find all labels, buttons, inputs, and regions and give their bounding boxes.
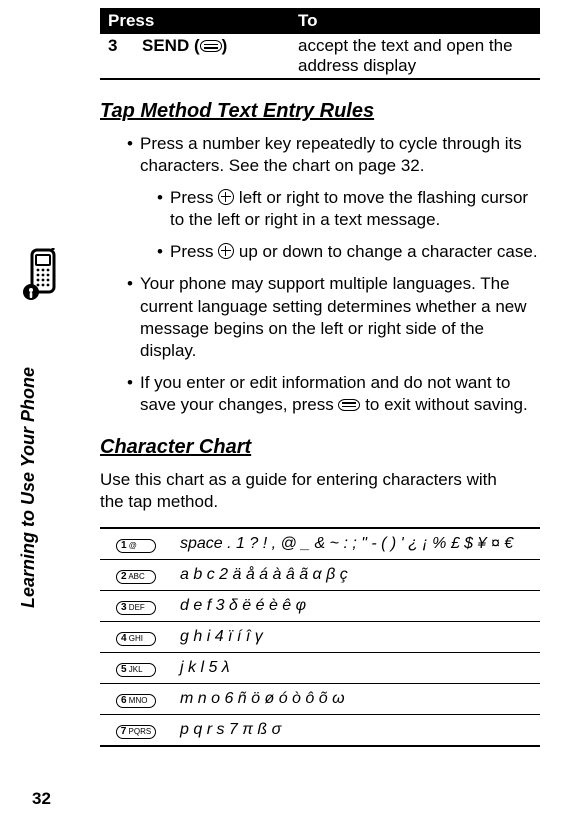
step-index: 3 xyxy=(100,34,134,79)
list-item: • Press a number key repeatedly to cycle… xyxy=(120,133,540,177)
keypad-key-icon: 6 MNO xyxy=(116,694,156,708)
key-characters: d e f 3 δ ë é è ê φ xyxy=(172,591,540,622)
table-row: 7 PQRS p q r s 7 π ß σ xyxy=(100,715,540,747)
page-number: 32 xyxy=(32,789,51,809)
key-characters: g h i 4 ï í î γ xyxy=(172,622,540,653)
key-characters: p q r s 7 π ß σ xyxy=(172,715,540,747)
menu-icon xyxy=(200,40,222,52)
phone-info-icon xyxy=(20,248,65,308)
key-characters: a b c 2 ä å á à â ã α β ç xyxy=(172,560,540,591)
list-item: • Press left or right to move the flashi… xyxy=(150,187,540,231)
chart-intro: Use this chart as a guide for entering c… xyxy=(100,469,520,513)
key-characters: m n o 6 ñ ö ø ó ò ô õ ω xyxy=(172,684,540,715)
list-item: • Press up or down to change a character… xyxy=(150,241,540,263)
keypad-key-icon: 4 GHI xyxy=(116,632,156,646)
press-to-table: Press To 3 SEND () accept the text and o… xyxy=(100,8,540,80)
table-row: 2 ABC a b c 2 ä å á à â ã α β ç xyxy=(100,560,540,591)
table-row: 1 @ space . 1 ? ! , @ _ & ~ : ; " - ( ) '… xyxy=(100,528,540,560)
key-button-cell: 4 GHI xyxy=(100,622,172,653)
key-button-cell: 1 @ xyxy=(100,528,172,560)
keypad-key-icon: 3 DEF xyxy=(116,601,156,615)
press-to-header-press: Press xyxy=(100,8,290,34)
key-button-cell: 3 DEF xyxy=(100,591,172,622)
key-button-cell: 5 JKL xyxy=(100,653,172,684)
sidebar-section-label: Learning to Use Your Phone xyxy=(18,367,39,608)
character-chart-table: 1 @ space . 1 ? ! , @ _ & ~ : ; " - ( ) '… xyxy=(100,527,540,747)
key-button-cell: 2 ABC xyxy=(100,560,172,591)
list-item: • If you enter or edit information and d… xyxy=(120,372,540,416)
table-row: 6 MNO m n o 6 ñ ö ø ó ò ô õ ω xyxy=(100,684,540,715)
heading-character-chart: Character Chart xyxy=(100,436,540,459)
nav-icon xyxy=(218,189,234,205)
key-button-cell: 6 MNO xyxy=(100,684,172,715)
table-row: 4 GHI g h i 4 ï í î γ xyxy=(100,622,540,653)
heading-tap-method: Tap Method Text Entry Rules xyxy=(100,100,540,123)
keypad-key-icon: 7 PQRS xyxy=(116,725,156,739)
table-row: 3 SEND () accept the text and open the a… xyxy=(100,34,540,79)
menu-icon xyxy=(338,399,360,411)
step-command: SEND () xyxy=(134,34,290,79)
keypad-key-icon: 1 @ xyxy=(116,539,156,553)
table-row: 5 JKL j k l 5 λ xyxy=(100,653,540,684)
press-to-header-to: To xyxy=(290,8,540,34)
step-description: accept the text and open the address dis… xyxy=(290,34,540,79)
keypad-key-icon: 5 JKL xyxy=(116,663,156,677)
list-item: • Your phone may support multiple langua… xyxy=(120,273,540,361)
nav-icon xyxy=(218,243,234,259)
table-row: 3 DEF d e f 3 δ ë é è ê φ xyxy=(100,591,540,622)
key-characters: space . 1 ? ! , @ _ & ~ : ; " - ( ) ' ¿ … xyxy=(172,528,540,560)
bullet-list: • Press a number key repeatedly to cycle… xyxy=(120,133,540,416)
key-characters: j k l 5 λ xyxy=(172,653,540,684)
key-button-cell: 7 PQRS xyxy=(100,715,172,747)
keypad-key-icon: 2 ABC xyxy=(116,570,156,584)
